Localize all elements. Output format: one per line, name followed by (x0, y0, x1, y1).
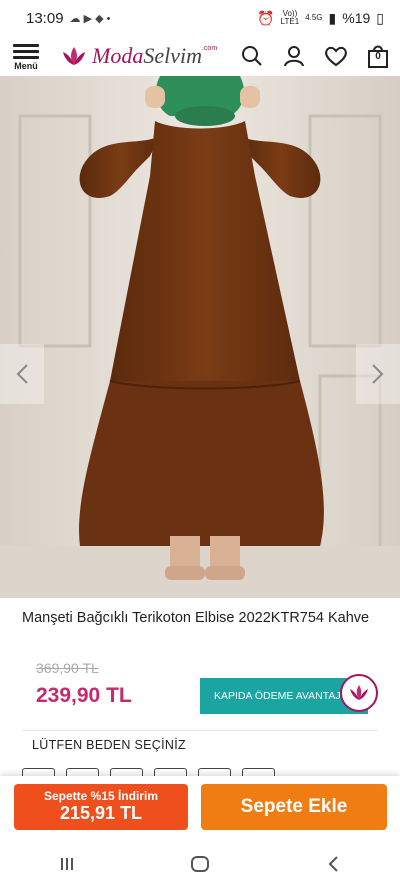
scroll-top-button[interactable] (340, 674, 378, 712)
recent-apps-icon[interactable] (47, 849, 87, 879)
product-photo (0, 76, 400, 598)
user-icon[interactable] (282, 44, 306, 68)
site-header: Menü ModaSelvim .com 0 (0, 36, 400, 76)
signal-label: 4.5G (305, 13, 323, 22)
cart-icon[interactable]: 0 (366, 44, 390, 68)
size-option[interactable] (66, 768, 99, 776)
size-option[interactable] (110, 768, 143, 776)
battery-level: %19 (342, 10, 371, 26)
cart-count: 0 (375, 51, 381, 62)
status-bar: 13:09 ☁ ▶ ◆ • ⏰ Vo)) LTE1 4.5G ▮ %19 ▯ (0, 0, 400, 36)
product-info: Manşeti Bağcıklı Terikoton Elbise 2022KT… (0, 598, 400, 776)
old-price: 369,90 TL (36, 660, 99, 676)
product-title: Manşeti Bağcıklı Terikoton Elbise 2022KT… (22, 610, 370, 626)
add-to-cart-button[interactable]: Sepete Ekle (201, 784, 387, 830)
lotus-logo-icon (63, 47, 85, 65)
next-image-button[interactable] (356, 344, 400, 404)
chevron-right-icon (372, 364, 384, 384)
system-nav-bar (0, 840, 400, 888)
brand-name: ModaSelvim (92, 43, 202, 68)
home-icon[interactable] (180, 849, 220, 879)
discount-label: Sepette %15 İndirim (43, 789, 159, 803)
back-icon[interactable] (313, 849, 353, 879)
discount-box: Sepette %15 İndirim 215,91 TL (14, 784, 188, 830)
size-select-label: LÜTFEN BEDEN SEÇİNİZ (32, 738, 186, 752)
battery-icon: ▯ (376, 9, 384, 26)
search-icon[interactable] (240, 44, 264, 68)
brand-suffix: .com (201, 45, 218, 52)
divider (22, 730, 378, 731)
status-time: 13:09 (26, 9, 64, 27)
prev-image-button[interactable] (0, 344, 44, 404)
bottom-action-bar: Sepette %15 İndirim 215,91 TL Sepete Ekl… (0, 776, 400, 840)
size-option[interactable] (242, 768, 275, 776)
lotus-icon (350, 685, 368, 700)
size-options (22, 768, 275, 776)
network-indicator: Vo)) LTE1 (280, 9, 300, 26)
size-option[interactable] (198, 768, 231, 776)
signal-icon: ▮ (328, 9, 337, 26)
product-image[interactable] (0, 76, 400, 598)
menu-button[interactable]: Menü (10, 41, 42, 71)
menu-label: Menü (14, 61, 38, 71)
discount-price: 215,91 TL (59, 803, 143, 823)
chevron-left-icon (16, 364, 28, 384)
size-option[interactable] (154, 768, 187, 776)
site-logo[interactable]: ModaSelvim .com (60, 43, 217, 69)
hamburger-icon (13, 41, 39, 62)
alarm-icon: ⏰ (257, 9, 275, 26)
heart-icon[interactable] (324, 44, 348, 68)
notification-icons: ☁ ▶ ◆ • (69, 12, 111, 25)
current-price: 239,90 TL (36, 684, 132, 707)
size-option[interactable] (22, 768, 55, 776)
